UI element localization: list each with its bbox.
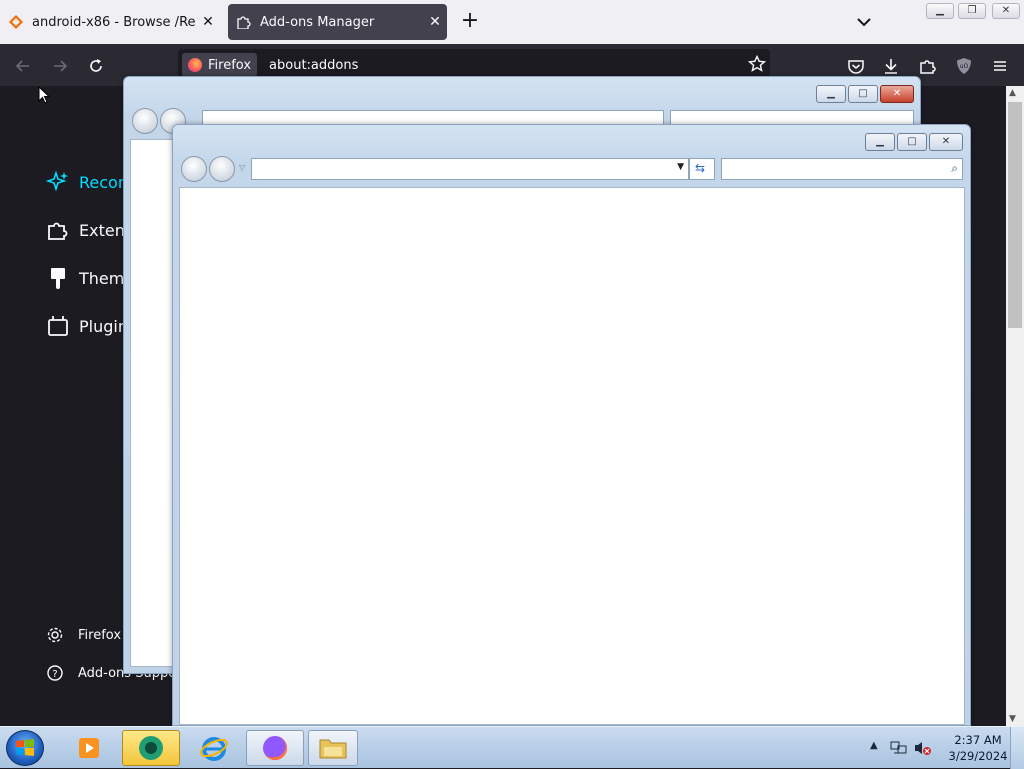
minimize-button[interactable]: ▁	[816, 85, 846, 103]
close-tab-icon[interactable]: ✕	[196, 10, 220, 34]
extensions-button[interactable]	[915, 53, 941, 79]
minimize-button[interactable]: ▁	[865, 133, 895, 151]
show-hidden-icons-icon[interactable]: ▲	[870, 740, 878, 751]
list-all-tabs-button[interactable]	[852, 10, 876, 34]
maximize-button[interactable]: □	[897, 133, 927, 151]
ie-window-foreground[interactable]: ▁ □ ✕ ▽ ▼ ⇆ ⌕	[172, 124, 971, 726]
reload-icon	[90, 59, 102, 72]
back-orb-icon[interactable]	[181, 156, 207, 182]
hamburger-menu-icon	[994, 61, 1006, 71]
new-tab-button[interactable]: +	[458, 10, 482, 34]
pocket-icon	[848, 60, 864, 74]
bookmark-star-icon[interactable]	[747, 54, 767, 77]
chevron-down-icon[interactable]: ▼	[677, 162, 684, 172]
help-icon: ?	[47, 665, 63, 681]
taskbar: ▲ 2:37 AM 3/29/2024	[0, 726, 1024, 769]
app-green-icon	[139, 736, 163, 760]
forward-arrow-icon	[54, 60, 68, 72]
category-label: Plugin	[79, 316, 128, 336]
file-explorer-icon	[319, 739, 347, 759]
sourceforge-icon	[8, 14, 24, 30]
network-icon[interactable]	[890, 740, 908, 756]
scroll-down-icon[interactable]: ▼	[1009, 714, 1016, 724]
firefox-icon	[188, 58, 202, 72]
refresh-button[interactable]: ⇆	[689, 158, 715, 180]
restore-button[interactable]: ❐	[958, 3, 986, 19]
search-icon[interactable]: ⌕	[951, 161, 958, 176]
internet-explorer-icon	[200, 737, 228, 761]
tab-strip: android-x86 - Browse /Release ✕ Add-ons …	[0, 0, 1024, 44]
gear-icon	[47, 627, 63, 643]
scroll-up-icon[interactable]: ▲	[1009, 88, 1016, 98]
minimize-button[interactable]: ▁	[926, 3, 954, 19]
address-bar[interactable]: ▼	[251, 158, 689, 180]
svg-text:?: ?	[52, 669, 57, 680]
tab-title: Add-ons Manager	[260, 14, 375, 30]
maximize-button[interactable]: □	[848, 85, 878, 103]
close-tab-icon[interactable]: ✕	[423, 10, 447, 34]
identity-box[interactable]: Firefox	[182, 53, 258, 77]
media-player-icon	[79, 738, 99, 758]
volume-muted-icon[interactable]	[914, 740, 932, 756]
sparkle-icon	[46, 170, 68, 192]
ublock-button[interactable]: uO	[951, 53, 977, 79]
brush-icon	[51, 268, 65, 289]
footer-label: Firefox	[78, 627, 122, 643]
close-window-button[interactable]: ✕	[929, 133, 963, 151]
clock[interactable]: 2:37 AM 3/29/2024	[942, 732, 1014, 764]
forward-button[interactable]	[47, 53, 73, 79]
back-arrow-icon	[15, 60, 29, 72]
puzzle-icon	[48, 222, 68, 240]
ublock-shield-icon: uO	[957, 58, 971, 74]
back-button[interactable]	[10, 53, 36, 79]
tab-android-x86[interactable]: android-x86 - Browse /Release ✕	[0, 4, 220, 40]
search-box[interactable]: ⌕	[721, 158, 963, 180]
download-icon	[885, 59, 897, 74]
identity-label: Firefox	[208, 57, 252, 73]
reload-button[interactable]	[83, 53, 109, 79]
scrollbar-thumb[interactable]	[1008, 102, 1022, 328]
taskbar-green-app[interactable]	[122, 730, 180, 766]
system-tray: ▲ 2:37 AM 3/29/2024	[862, 727, 1024, 769]
clock-time: 2:37 AM	[954, 733, 1002, 747]
svg-text:uO: uO	[960, 63, 969, 70]
start-button[interactable]	[6, 730, 44, 766]
taskbar-internet-explorer[interactable]	[186, 730, 242, 766]
taskbar-media-player[interactable]	[64, 730, 114, 766]
close-window-button[interactable]: ✕	[880, 85, 914, 103]
taskbar-file-explorer[interactable]	[308, 730, 358, 766]
show-desktop-button[interactable]	[1010, 727, 1024, 769]
forward-orb-icon[interactable]	[209, 156, 235, 182]
app-menu-button[interactable]	[987, 53, 1013, 79]
plugin-icon	[48, 316, 68, 336]
firefox-settings-link[interactable]: Firefox	[46, 626, 121, 644]
history-dropdown-icon[interactable]: ▽	[239, 163, 245, 172]
category-plugins[interactable]: Plugin	[46, 310, 128, 342]
puzzle-icon	[920, 60, 936, 74]
tab-addons-manager[interactable]: Add-ons Manager ✕	[228, 4, 447, 40]
close-window-button[interactable]: ✕	[992, 3, 1020, 19]
clock-date: 3/29/2024	[948, 749, 1008, 763]
refresh-icon: ⇆	[695, 161, 706, 175]
windows-logo-icon	[16, 739, 34, 756]
category-themes[interactable]: Theme	[46, 262, 134, 294]
category-extensions[interactable]: Extens	[46, 214, 133, 246]
firefox-icon	[262, 736, 287, 760]
puzzle-icon	[236, 14, 252, 30]
tab-title: android-x86 - Browse /Release	[32, 14, 196, 30]
taskbar-firefox[interactable]	[246, 730, 304, 766]
back-orb-icon[interactable]	[132, 108, 158, 134]
ie-page-area	[179, 187, 965, 725]
mouse-cursor-icon	[38, 85, 51, 109]
category-recommendations[interactable]: Recom	[46, 166, 133, 198]
url-text[interactable]: about:addons	[269, 58, 358, 73]
